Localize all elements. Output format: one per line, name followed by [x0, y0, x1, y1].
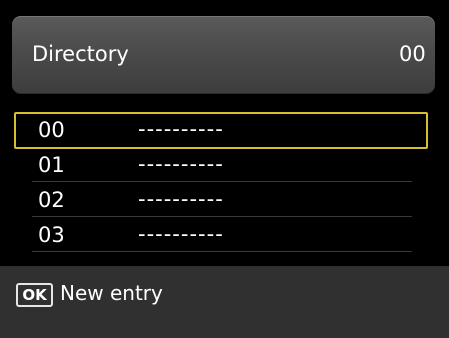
entry-value: ---------- [138, 117, 224, 141]
entry-value: ---------- [138, 152, 224, 176]
directory-entry-01[interactable]: 01 ---------- [14, 147, 428, 182]
directory-code: 00 [399, 42, 426, 66]
entry-number: 01 [38, 153, 65, 177]
title-bar: Directory 00 [12, 16, 435, 94]
entry-number: 03 [38, 223, 65, 247]
page-title: Directory [32, 42, 129, 66]
entry-value: ---------- [138, 187, 224, 211]
directory-entry-02[interactable]: 02 ---------- [14, 182, 428, 217]
row-divider [32, 251, 412, 252]
directory-entry-03[interactable]: 03 ---------- [14, 217, 428, 252]
entry-number: 00 [38, 118, 65, 142]
new-entry-action[interactable]: New entry [60, 281, 163, 305]
footer-bar: OK New entry [0, 266, 449, 338]
lcd-screen: Directory 00 00 ---------- 01 ----------… [0, 0, 449, 338]
directory-entry-00[interactable]: 00 ---------- [14, 112, 428, 149]
entry-number: 02 [38, 188, 65, 212]
ok-key-icon[interactable]: OK [16, 283, 53, 307]
entry-value: ---------- [138, 222, 224, 246]
directory-list: 00 ---------- 01 ---------- 02 ---------… [14, 112, 428, 252]
